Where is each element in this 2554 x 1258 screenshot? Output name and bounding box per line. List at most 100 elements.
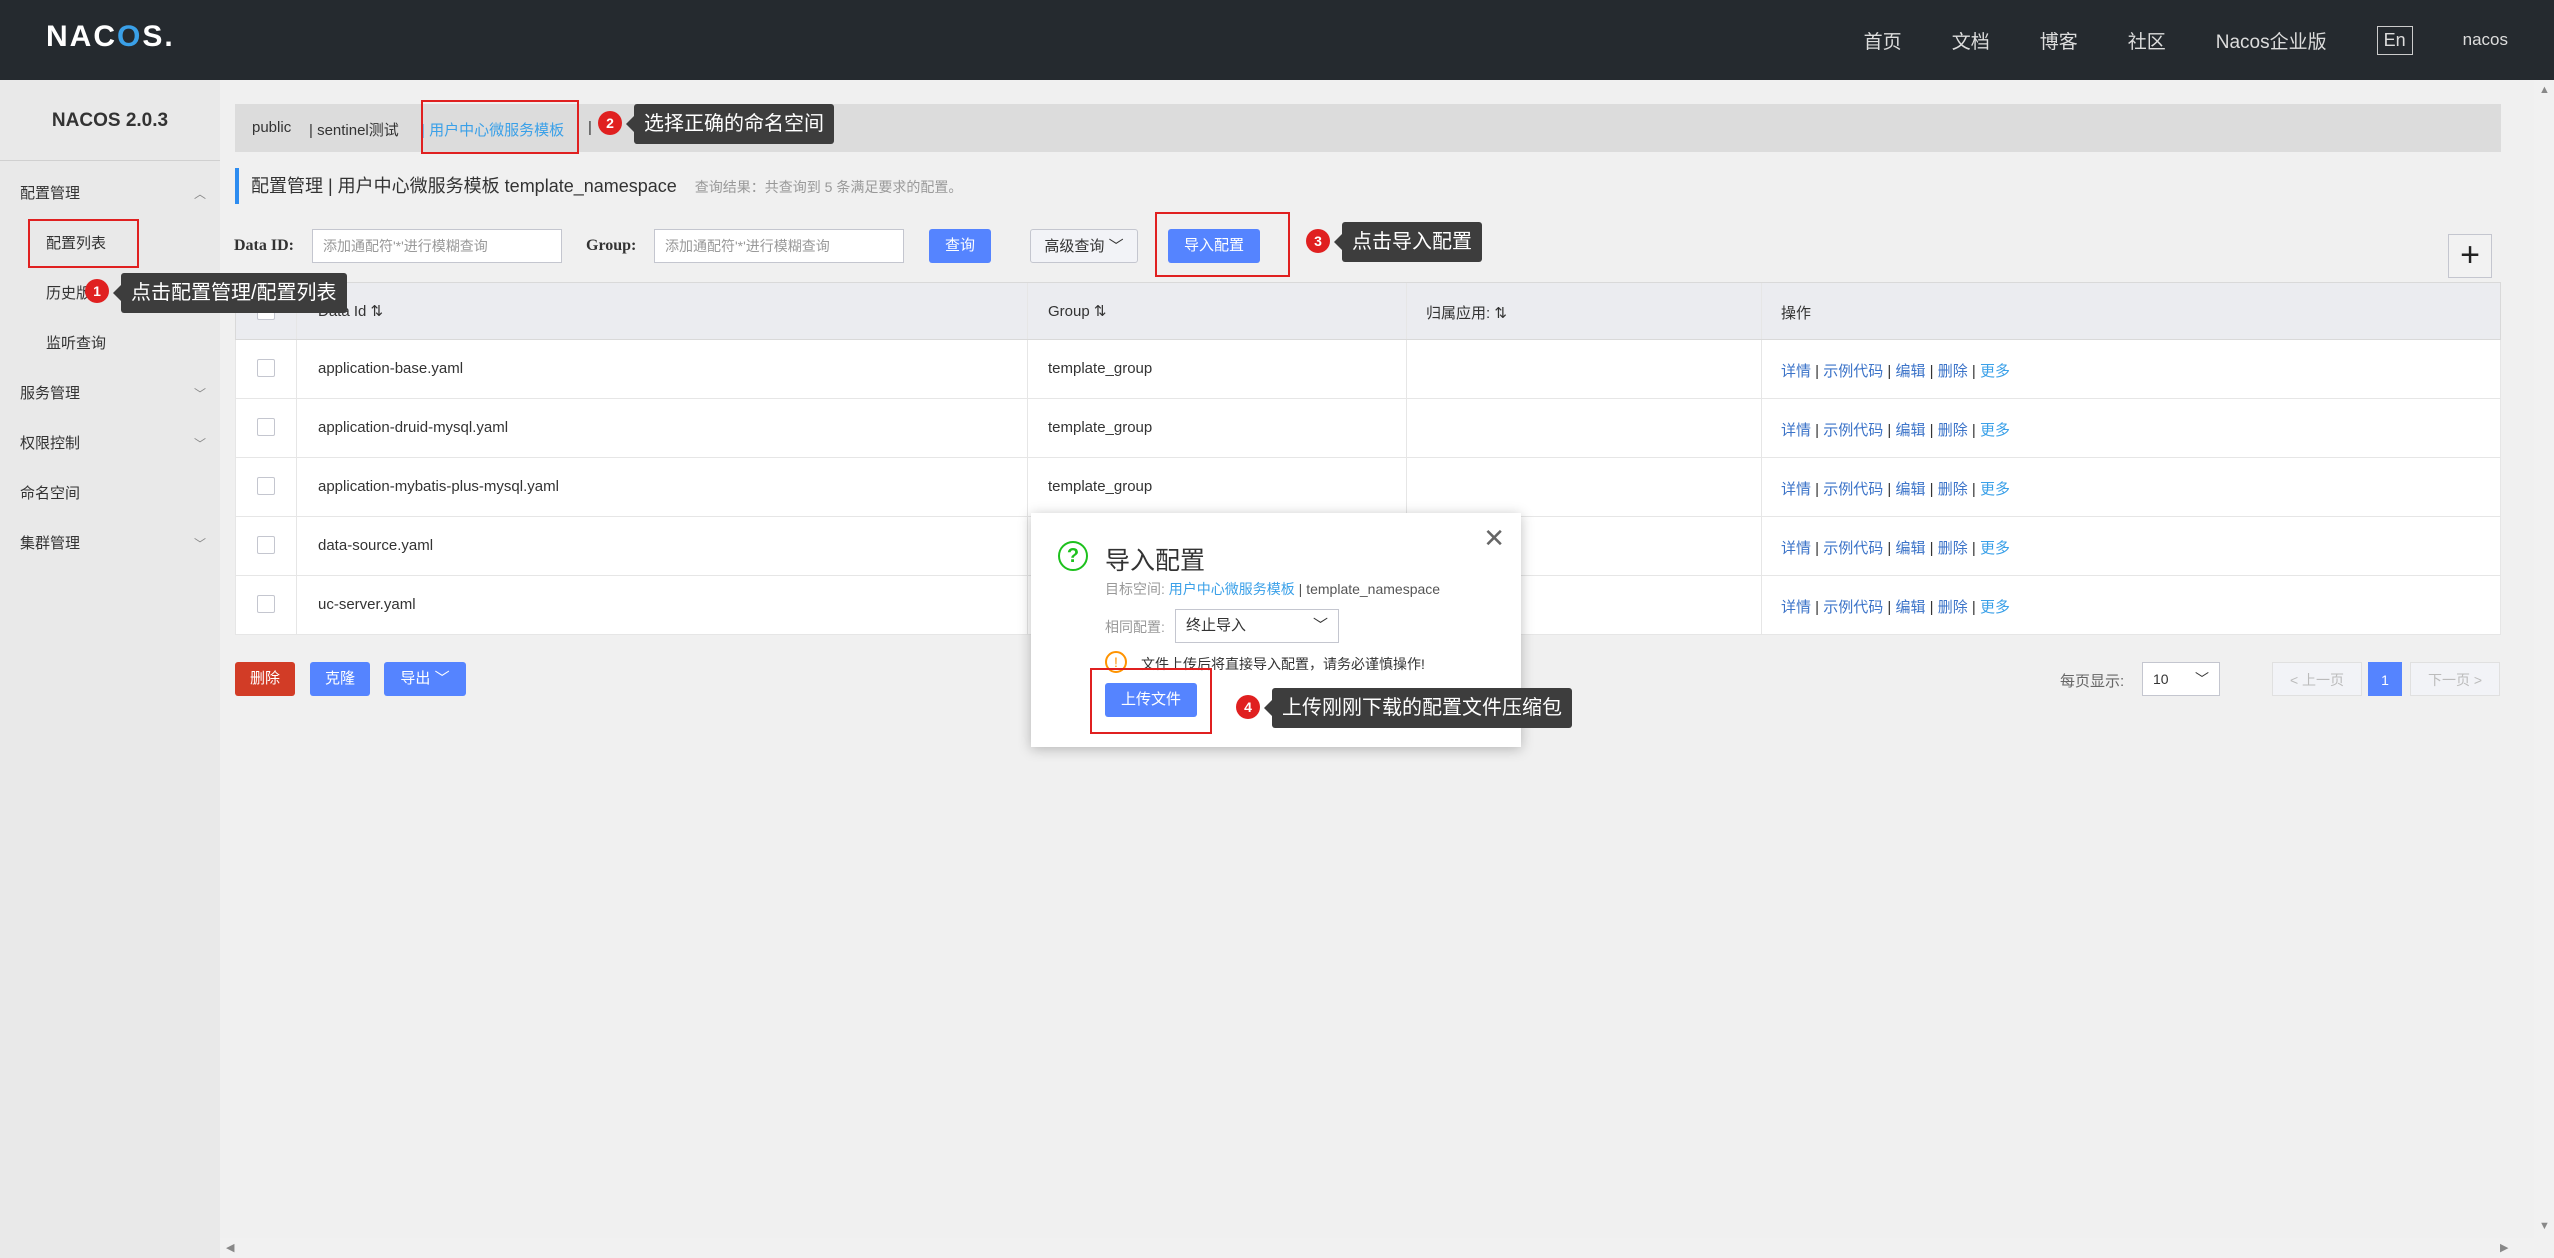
row-operations: 详情 | 示例代码 | 编辑 | 删除 | 更多 bbox=[1781, 363, 2011, 380]
next-page-button[interactable]: 下一页 > bbox=[2410, 662, 2500, 696]
annotation-tip-3: 点击导入配置 bbox=[1334, 222, 1482, 262]
delete-link[interactable]: 删除 bbox=[1938, 363, 1968, 380]
sample-code-link[interactable]: 示例代码 bbox=[1823, 363, 1883, 380]
delete-link[interactable]: 删除 bbox=[1938, 540, 1968, 557]
column-operations: 操作 bbox=[1781, 305, 1812, 322]
row-checkbox[interactable] bbox=[257, 595, 275, 613]
annotation-box-3 bbox=[1155, 212, 1290, 277]
export-button[interactable]: 导出 ﹀ bbox=[384, 662, 466, 696]
scroll-left-icon[interactable]: ◀ bbox=[226, 1241, 234, 1254]
dataid-search-input[interactable]: 添加通配符'*'进行模糊查询 bbox=[312, 229, 562, 263]
annotation-tip-4: 上传刚刚下载的配置文件压缩包 bbox=[1264, 688, 1572, 728]
more-link[interactable]: 更多 bbox=[1980, 422, 2010, 439]
more-link[interactable]: 更多 bbox=[1980, 363, 2010, 380]
group-label: Group: bbox=[586, 237, 637, 254]
edit-link[interactable]: 编辑 bbox=[1896, 422, 1926, 439]
sample-code-link[interactable]: 示例代码 bbox=[1823, 481, 1883, 498]
delete-link[interactable]: 删除 bbox=[1938, 599, 1968, 616]
scroll-right-icon[interactable]: ▶ bbox=[2500, 1241, 2508, 1254]
column-app[interactable]: 归属应用: ⇅ bbox=[1426, 302, 1507, 323]
column-group[interactable]: Group ⇅ bbox=[1048, 302, 1106, 320]
advanced-query-button[interactable]: 高级查询 ﹀ bbox=[1030, 229, 1138, 263]
more-link[interactable]: 更多 bbox=[1980, 599, 2010, 616]
sidebar-item-service-management[interactable]: 服务管理 ﹀ bbox=[0, 372, 220, 416]
language-toggle[interactable]: En bbox=[2376, 25, 2413, 55]
dataid-label: Data ID: bbox=[234, 237, 294, 254]
row-checkbox[interactable] bbox=[257, 536, 275, 554]
edit-link[interactable]: 编辑 bbox=[1896, 481, 1926, 498]
clone-button[interactable]: 克隆 bbox=[310, 662, 370, 696]
delete-link[interactable]: 删除 bbox=[1938, 422, 1968, 439]
page-size-label: 每页显示: bbox=[2060, 673, 2125, 690]
namespace-sentinel[interactable]: | sentinel测试 bbox=[309, 119, 399, 140]
chevron-down-icon: ﹀ bbox=[1108, 238, 1124, 255]
version-label: NACOS 2.0.3 bbox=[51, 110, 169, 131]
detail-link[interactable]: 详情 bbox=[1781, 599, 1811, 616]
chevron-down-icon: ﹀ bbox=[2195, 671, 2209, 687]
table-row: application-mybatis-plus-mysql.yaml temp… bbox=[235, 458, 2501, 517]
nav-blog[interactable]: 博客 bbox=[2040, 27, 2078, 54]
annotation-box-2 bbox=[421, 100, 579, 154]
row-checkbox[interactable] bbox=[257, 359, 275, 377]
scroll-down-icon[interactable]: ▼ bbox=[2539, 1220, 2550, 1232]
dataid-cell: data-source.yaml bbox=[318, 537, 434, 554]
annotation-badge-3: 3 bbox=[1306, 229, 1330, 253]
edit-link[interactable]: 编辑 bbox=[1896, 599, 1926, 616]
close-icon[interactable]: ✕ bbox=[1483, 523, 1505, 554]
namespace-public[interactable]: public bbox=[252, 119, 291, 136]
page-1-button[interactable]: 1 bbox=[2368, 662, 2402, 696]
batch-delete-button[interactable]: 删除 bbox=[235, 662, 295, 696]
scroll-up-icon[interactable]: ▲ bbox=[2539, 84, 2550, 96]
row-operations: 详情 | 示例代码 | 编辑 | 删除 | 更多 bbox=[1781, 540, 2011, 557]
group-cell: template_group bbox=[1048, 419, 1153, 436]
query-button[interactable]: 查询 bbox=[929, 229, 991, 263]
sample-code-link[interactable]: 示例代码 bbox=[1823, 599, 1883, 616]
sidebar-item-config-management[interactable]: 配置管理 ︿ bbox=[0, 172, 220, 216]
nav-enterprise[interactable]: Nacos企业版 bbox=[2216, 27, 2327, 54]
nav-docs[interactable]: 文档 bbox=[1952, 27, 1990, 54]
group-search-input[interactable]: 添加通配符'*'进行模糊查询 bbox=[654, 229, 904, 263]
same-config-label: 相同配置: bbox=[1105, 619, 1165, 635]
row-checkbox[interactable] bbox=[257, 477, 275, 495]
group-cell: template_group bbox=[1048, 478, 1153, 495]
dialog-title: 导入配置 bbox=[1105, 547, 1206, 575]
edit-link[interactable]: 编辑 bbox=[1896, 540, 1926, 557]
user-menu[interactable]: nacos bbox=[2463, 30, 2508, 50]
nav-community[interactable]: 社区 bbox=[2128, 27, 2166, 54]
more-link[interactable]: 更多 bbox=[1980, 481, 2010, 498]
same-config-select[interactable]: 终止导入 ﹀ bbox=[1175, 609, 1339, 643]
prev-page-button[interactable]: < 上一页 bbox=[2272, 662, 2362, 696]
row-checkbox[interactable] bbox=[257, 418, 275, 436]
nacos-logo[interactable]: NACOS. bbox=[46, 20, 175, 54]
query-result-hint: 查询结果：共查询到 5 条满足要求的配置。 bbox=[694, 179, 963, 195]
annotation-box-4 bbox=[1090, 668, 1212, 734]
chevron-down-icon: ﹀ bbox=[193, 387, 206, 401]
vertical-scrollbar[interactable]: ▲ ▼ bbox=[2534, 80, 2554, 1258]
chevron-up-icon: ︿ bbox=[193, 187, 206, 201]
sidebar-divider bbox=[0, 160, 220, 161]
add-config-button[interactable]: + bbox=[2448, 234, 2492, 278]
edit-link[interactable]: 编辑 bbox=[1896, 363, 1926, 380]
horizontal-scrollbar[interactable]: ◀ ▶ bbox=[220, 1238, 2534, 1258]
more-link[interactable]: 更多 bbox=[1980, 540, 2010, 557]
sidebar-item-listener-query[interactable]: 监听查询 bbox=[0, 322, 220, 366]
detail-link[interactable]: 详情 bbox=[1781, 363, 1811, 380]
detail-link[interactable]: 详情 bbox=[1781, 481, 1811, 498]
annotation-box-1 bbox=[28, 219, 139, 268]
dataid-cell: application-mybatis-plus-mysql.yaml bbox=[318, 478, 559, 495]
sample-code-link[interactable]: 示例代码 bbox=[1823, 540, 1883, 557]
question-icon: ? bbox=[1058, 541, 1088, 571]
sidebar-item-cluster-management[interactable]: 集群管理 ﹀ bbox=[0, 522, 220, 566]
sidebar-item-namespace[interactable]: 命名空间 bbox=[0, 472, 220, 516]
dataid-cell: application-base.yaml bbox=[318, 360, 464, 377]
page-size-select[interactable]: 10 ﹀ bbox=[2142, 662, 2220, 696]
sample-code-link[interactable]: 示例代码 bbox=[1823, 422, 1883, 439]
target-namespace: 目标空间: 用户中心微服务模板 | template_namespace bbox=[1105, 581, 1441, 597]
detail-link[interactable]: 详情 bbox=[1781, 422, 1811, 439]
delete-link[interactable]: 删除 bbox=[1938, 481, 1968, 498]
top-nav-links: 首页 文档 博客 社区 Nacos企业版 En nacos bbox=[1864, 0, 2508, 80]
nav-home[interactable]: 首页 bbox=[1864, 27, 1902, 54]
detail-link[interactable]: 详情 bbox=[1781, 540, 1811, 557]
table-header: Data Id ⇅ Group ⇅ 归属应用: ⇅ 操作 bbox=[235, 282, 2501, 340]
sidebar-item-access-control[interactable]: 权限控制 ﹀ bbox=[0, 422, 220, 466]
